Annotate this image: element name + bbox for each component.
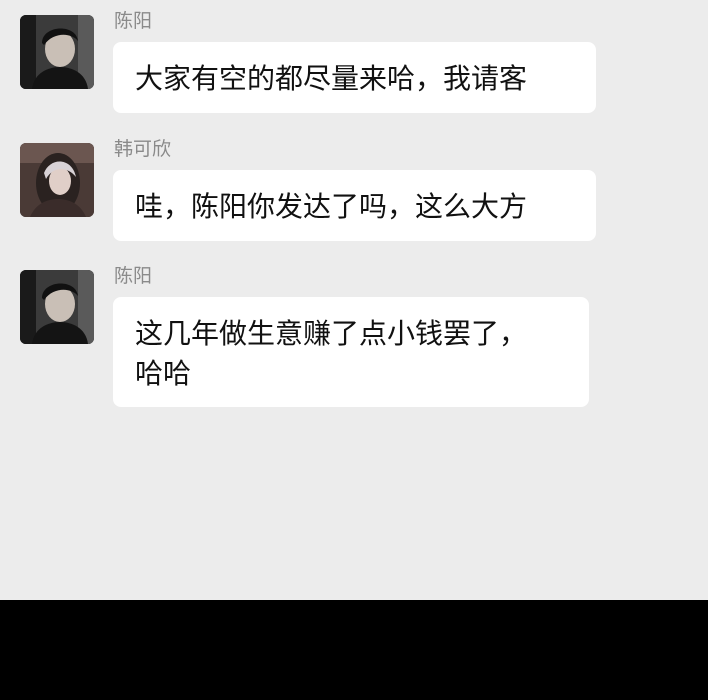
male-avatar-icon bbox=[20, 15, 94, 89]
female-avatar-icon bbox=[20, 143, 94, 217]
message-text-line: 这几年做生意赚了点小钱罢了， bbox=[135, 317, 528, 350]
sender-name: 韩可欣 bbox=[114, 138, 172, 160]
message-text-line: 哈哈 bbox=[135, 357, 192, 390]
message-bubble[interactable]: 哇，陈阳你发达了吗，这么大方 bbox=[113, 170, 596, 241]
message-text: 大家有空的都尽量来哈，我请客 bbox=[135, 62, 528, 95]
avatar[interactable] bbox=[20, 270, 94, 344]
message-bubble[interactable]: 大家有空的都尽量来哈，我请客 bbox=[113, 42, 596, 113]
bottom-bar bbox=[0, 600, 708, 700]
sender-name: 陈阳 bbox=[114, 10, 153, 32]
sender-name: 陈阳 bbox=[114, 265, 153, 287]
message-text: 哇，陈阳你发达了吗，这么大方 bbox=[135, 190, 528, 223]
avatar[interactable] bbox=[20, 15, 94, 89]
avatar[interactable] bbox=[20, 143, 94, 217]
message-bubble[interactable]: 这几年做生意赚了点小钱罢了， 哈哈 bbox=[113, 297, 589, 407]
chat-area: 陈阳 大家有空的都尽量来哈，我请客 韩可欣 哇，陈阳你发达了吗，这么大方 陈阳 … bbox=[0, 0, 708, 600]
male-avatar-icon bbox=[20, 270, 94, 344]
